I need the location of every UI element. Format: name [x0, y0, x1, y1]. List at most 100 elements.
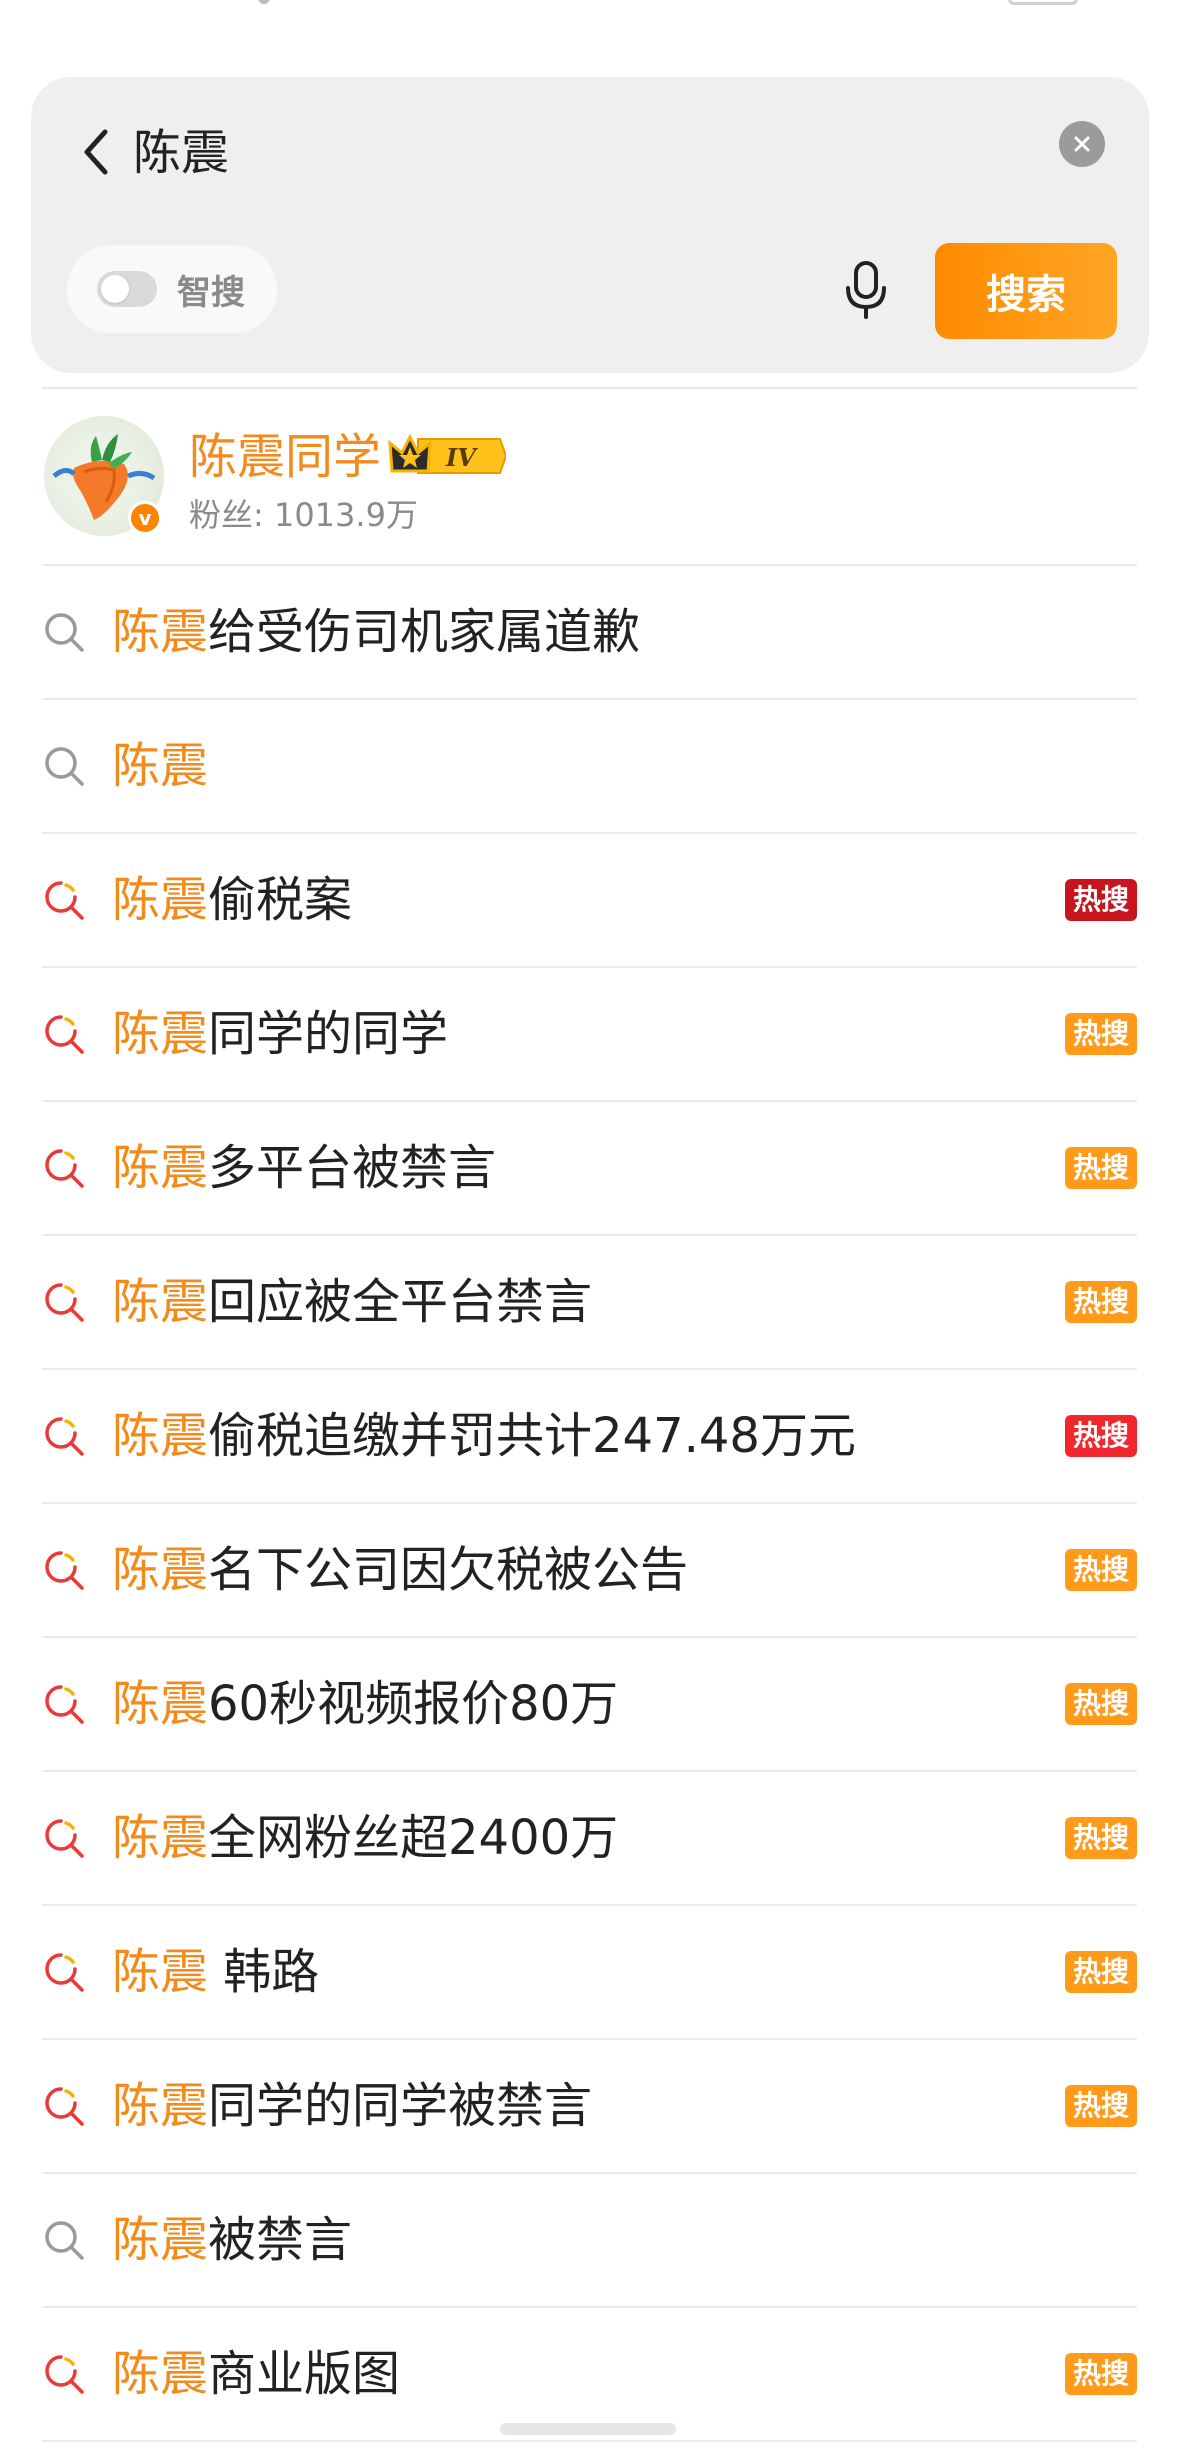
- search-icon: [42, 610, 86, 654]
- suggestion-rest: 名下公司因欠税被公告: [208, 1542, 689, 1598]
- hot-search-badge: 热搜: [1065, 1951, 1137, 1993]
- hot-search-badge: 热搜: [1065, 2085, 1137, 2127]
- suggestion-text: 陈震商业版图: [112, 2342, 400, 2406]
- suggestion-text: 陈震被禁言: [112, 2208, 352, 2272]
- voice-search-button[interactable]: [831, 255, 901, 325]
- search-icon: [42, 744, 86, 788]
- suggestion-rest: 偷税案: [208, 872, 353, 928]
- svg-text:IV: IV: [445, 443, 478, 472]
- suggestion-text: 陈震同学的同学被禁言: [112, 2074, 592, 2138]
- user-suggestion[interactable]: v 陈震同学 IV 粉丝: 1013.9万: [42, 389, 1137, 566]
- query-highlight: 陈震: [112, 872, 209, 928]
- suggestion-rest: 全网粉丝超2400万: [208, 1810, 619, 1866]
- hot-search-badge: 热搜: [1065, 1683, 1137, 1725]
- smart-search-label: 智搜: [177, 272, 245, 313]
- status-indicator: [258, 0, 270, 4]
- query-highlight: 陈震: [112, 604, 209, 660]
- toggle-knob: [101, 275, 129, 303]
- suggestion-item[interactable]: 陈震全网粉丝超2400万 热搜: [42, 1772, 1137, 1906]
- query-highlight: 陈震: [112, 1810, 209, 1866]
- suggestion-rest: 被禁言: [208, 2212, 353, 2268]
- suggestion-text: 陈震给受伤司机家属道歉: [112, 600, 640, 664]
- battery-icon: [1008, 0, 1078, 5]
- suggestion-text: 陈震偷税案: [112, 868, 352, 932]
- suggestion-text: 陈震: [112, 734, 208, 798]
- close-icon: [1074, 136, 1090, 152]
- smart-search-toggle[interactable]: 智搜: [67, 245, 277, 333]
- hot-search-icon: [42, 2352, 86, 2396]
- follower-count: 粉丝: 1013.9万: [189, 496, 418, 534]
- suggestion-item[interactable]: 陈震给受伤司机家属道歉: [42, 566, 1137, 700]
- hot-search-badge: 热搜: [1065, 1817, 1137, 1859]
- hot-search-badge: 热搜: [1065, 1549, 1137, 1591]
- query-highlight: 陈震: [112, 2078, 209, 2134]
- suggestion-item[interactable]: 陈震: [42, 700, 1137, 834]
- suggestion-rest: 同学的同学: [208, 1006, 449, 1062]
- hot-search-icon: [42, 1414, 86, 1458]
- query-highlight: 陈震: [112, 2346, 209, 2402]
- hot-search-icon: [42, 1146, 86, 1190]
- suggestion-text: 陈震名下公司因欠税被公告: [112, 1538, 688, 1602]
- suggestion-text: 陈震 韩路: [112, 1940, 319, 2004]
- suggestion-list: 陈震给受伤司机家属道歉 陈震 陈震偷税案 热搜 陈震同学的同学 热搜 陈震多平台被禁言 热搜陈…: [42, 566, 1137, 2442]
- toggle-switch[interactable]: [97, 271, 157, 307]
- suggestion-item[interactable]: 陈震商业版图 热搜: [42, 2308, 1137, 2442]
- suggestion-rest: 给受伤司机家属道歉: [208, 604, 641, 660]
- query-highlight: 陈震: [112, 1408, 209, 1464]
- verified-badge-icon: v: [128, 501, 162, 535]
- search-icon: [42, 2218, 86, 2262]
- hot-search-badge: 热搜: [1065, 1147, 1137, 1189]
- hot-search-icon: [42, 1816, 86, 1860]
- suggestion-item[interactable]: 陈震 韩路 热搜: [42, 1906, 1137, 2040]
- search-panel: 陈震 智搜 搜索: [31, 77, 1149, 373]
- suggestion-item[interactable]: 陈震同学的同学被禁言 热搜: [42, 2040, 1137, 2174]
- suggestion-item[interactable]: 陈震偷税追缴并罚共计247.48万元 热搜: [42, 1370, 1137, 1504]
- suggestion-rest: 偷税追缴并罚共计247.48万元: [208, 1408, 856, 1464]
- suggestion-item[interactable]: 陈震60秒视频报价80万 热搜: [42, 1638, 1137, 1772]
- user-name: 陈震同学: [189, 429, 382, 485]
- suggestion-text: 陈震全网粉丝超2400万: [112, 1806, 618, 1870]
- query-highlight: 陈震: [112, 1140, 209, 1196]
- hot-search-badge: 热搜: [1065, 1013, 1137, 1055]
- hot-search-badge: 热搜: [1065, 879, 1137, 921]
- query-highlight: 陈震: [112, 1944, 209, 2000]
- home-indicator: [500, 2423, 676, 2435]
- suggestion-item[interactable]: 陈震回应被全平台禁言 热搜: [42, 1236, 1137, 1370]
- hot-search-icon: [42, 2084, 86, 2128]
- search-button[interactable]: 搜索: [935, 243, 1117, 339]
- chevron-left-icon: [84, 129, 108, 175]
- microphone-icon: [846, 261, 886, 319]
- query-highlight: 陈震: [112, 1542, 209, 1598]
- query-highlight: 陈震: [112, 1676, 209, 1732]
- suggestion-rest: 同学的同学被禁言: [208, 2078, 593, 2134]
- search-input[interactable]: 陈震: [133, 121, 229, 185]
- hot-search-badge: 热搜: [1065, 1281, 1137, 1323]
- suggestion-rest: 商业版图: [208, 2346, 401, 2402]
- suggestion-text: 陈震60秒视频报价80万: [112, 1672, 618, 1736]
- suggestion-item[interactable]: 陈震被禁言: [42, 2174, 1137, 2308]
- suggestion-rest: 回应被全平台禁言: [208, 1274, 593, 1330]
- suggestion-text: 陈震多平台被禁言: [112, 1136, 496, 1200]
- query-highlight: 陈震: [112, 2212, 209, 2268]
- hot-search-icon: [42, 878, 86, 922]
- suggestion-item[interactable]: 陈震名下公司因欠税被公告 热搜: [42, 1504, 1137, 1638]
- status-bar: [0, 0, 1179, 70]
- query-highlight: 陈震: [112, 1274, 209, 1330]
- hot-search-icon: [42, 1012, 86, 1056]
- hot-search-badge: 热搜: [1065, 2353, 1137, 2395]
- hot-search-icon: [42, 1682, 86, 1726]
- back-button[interactable]: [71, 117, 121, 187]
- suggestion-item[interactable]: 陈震同学的同学 热搜: [42, 968, 1137, 1102]
- suggestion-rest: 多平台被禁言: [208, 1140, 497, 1196]
- hot-search-icon: [42, 1280, 86, 1324]
- hot-search-badge: 热搜: [1065, 1415, 1137, 1457]
- query-highlight: 陈震: [112, 1006, 209, 1062]
- suggestion-item[interactable]: 陈震偷税案 热搜: [42, 834, 1137, 968]
- suggestion-rest: 60秒视频报价80万: [208, 1676, 619, 1732]
- clear-button[interactable]: [1059, 121, 1105, 167]
- suggestion-text: 陈震偷税追缴并罚共计247.48万元: [112, 1404, 856, 1468]
- hot-search-icon: [42, 1548, 86, 1592]
- suggestion-item[interactable]: 陈震多平台被禁言 热搜: [42, 1102, 1137, 1236]
- hot-search-icon: [42, 1950, 86, 1994]
- suggestion-rest: 韩路: [208, 1944, 320, 2000]
